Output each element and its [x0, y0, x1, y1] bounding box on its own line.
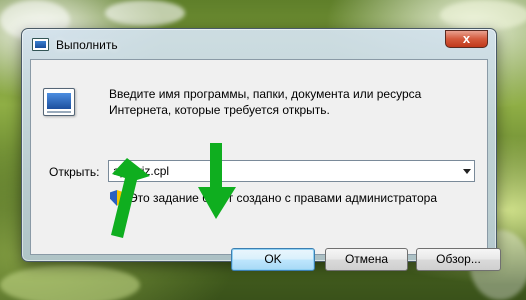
admin-note: Это задание будет создано с правами адми… — [129, 191, 438, 205]
cancel-button[interactable]: Отмена — [325, 248, 408, 271]
ok-button[interactable]: OK — [231, 248, 315, 271]
background-flower — [105, 0, 185, 26]
browse-button[interactable]: Обзор... — [416, 248, 501, 271]
close-button[interactable]: x — [445, 30, 488, 48]
run-window-icon — [32, 38, 49, 51]
window-title: Выполнить — [56, 38, 118, 52]
chevron-down-icon[interactable] — [463, 169, 471, 174]
run-dialog-window: Выполнить x Введите имя программы, папки… — [21, 28, 501, 271]
dialog-body: Введите имя программы, папки, документа … — [30, 59, 501, 271]
title-bar[interactable]: Выполнить x — [22, 29, 496, 59]
open-label: Открыть: — [49, 165, 100, 179]
green-arrow-down-icon — [198, 143, 236, 219]
background-flower — [0, 265, 140, 300]
run-program-icon — [43, 88, 75, 116]
open-combobox[interactable]: appwiz.cpl — [108, 160, 475, 182]
green-arrow-up-icon — [111, 158, 150, 238]
dialog-description: Введите имя программы, папки, документа … — [109, 87, 422, 117]
background-flower — [440, 0, 526, 30]
